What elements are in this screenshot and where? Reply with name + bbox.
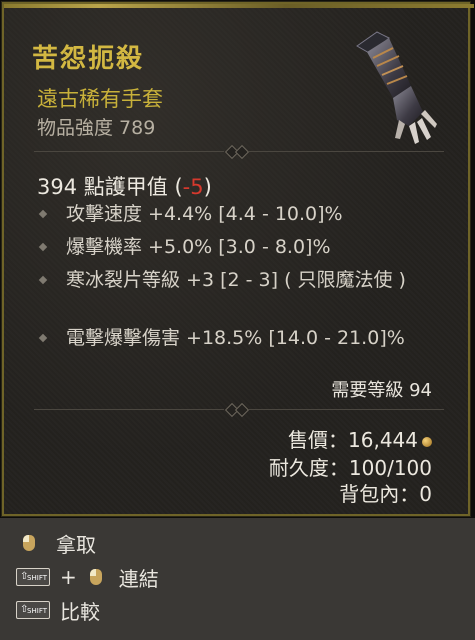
affix-text: 爆擊機率 +5.0% [3.0 - 8.0]% bbox=[66, 236, 331, 258]
hint-compare-label: 比較 bbox=[60, 599, 100, 624]
hint-pickup[interactable]: 拿取 bbox=[16, 529, 96, 557]
bullet-icon bbox=[38, 209, 48, 219]
bullet-icon bbox=[38, 275, 48, 285]
shift-key-icon: ⇧ SHIFT bbox=[16, 601, 50, 619]
bullet-icon bbox=[38, 333, 48, 343]
armor-value: 394 點護甲值 (-5) bbox=[37, 171, 212, 201]
armor-paren-close: ) bbox=[203, 175, 212, 199]
coin-icon bbox=[422, 436, 432, 447]
item-name: 苦怨扼殺 bbox=[32, 44, 145, 74]
hint-compare[interactable]: ⇧ SHIFT 比較 bbox=[16, 596, 100, 624]
durability: 耐久度：100/100 bbox=[268, 456, 432, 480]
affix-text: 電擊爆擊傷害 +18.5% [14.0 - 21.0]% bbox=[66, 327, 405, 349]
divider-top bbox=[34, 144, 444, 160]
armor-delta: -5 bbox=[182, 175, 204, 199]
shift-key-icon: ⇧ SHIFT bbox=[16, 568, 50, 586]
mouse-left-icon bbox=[89, 568, 103, 586]
action-hint-bar: 拿取 ⇧ SHIFT + 連結 ⇧ SHIFT 比較 bbox=[0, 518, 475, 640]
sell-price-text: 售價：16,444 bbox=[288, 428, 418, 452]
bullet-icon bbox=[38, 242, 48, 252]
hint-link[interactable]: ⇧ SHIFT + 連結 bbox=[16, 563, 159, 591]
gauntlet-icon bbox=[356, 31, 437, 144]
mouse-left-icon bbox=[22, 534, 36, 552]
sell-price: 售價：16,444 bbox=[288, 424, 432, 453]
armor-paren-open: ( bbox=[174, 175, 183, 199]
affix-ice-shards: 寒冰裂片等級 +3 [2 - 3] ( 只限魔法使 ) bbox=[38, 268, 440, 318]
affix-shock-crit: 電擊爆擊傷害 +18.5% [14.0 - 21.0]% bbox=[38, 326, 440, 351]
hint-link-label: 連結 bbox=[118, 566, 159, 591]
divider-bottom bbox=[34, 402, 444, 418]
plus-sign: + bbox=[60, 565, 77, 589]
affix-attack-speed: 攻擊速度 +4.4% [4.4 - 10.0]% bbox=[38, 202, 440, 227]
hint-pickup-label: 拿取 bbox=[56, 532, 96, 557]
affix-text: 攻擊速度 +4.4% [4.4 - 10.0]% bbox=[66, 203, 343, 225]
affix-text: 寒冰裂片等級 +3 [2 - 3] ( 只限魔法使 ) bbox=[66, 269, 406, 291]
item-power: 物品強度 789 bbox=[37, 117, 156, 139]
stash-count: 背包內：0 bbox=[339, 482, 432, 506]
affix-crit-chance: 爆擊機率 +5.0% [3.0 - 8.0]% bbox=[38, 235, 440, 260]
tooltip-top-border bbox=[4, 4, 474, 8]
item-tooltip: 苦怨扼殺 遠古稀有手套 物品強度 789 394 點護甲值 (-5) 攻擊速度 … bbox=[1, 1, 474, 517]
required-level: 需要等級 94 bbox=[331, 380, 432, 401]
armor-text: 394 點護甲值 bbox=[37, 175, 168, 199]
item-type: 遠古稀有手套 bbox=[37, 87, 163, 111]
